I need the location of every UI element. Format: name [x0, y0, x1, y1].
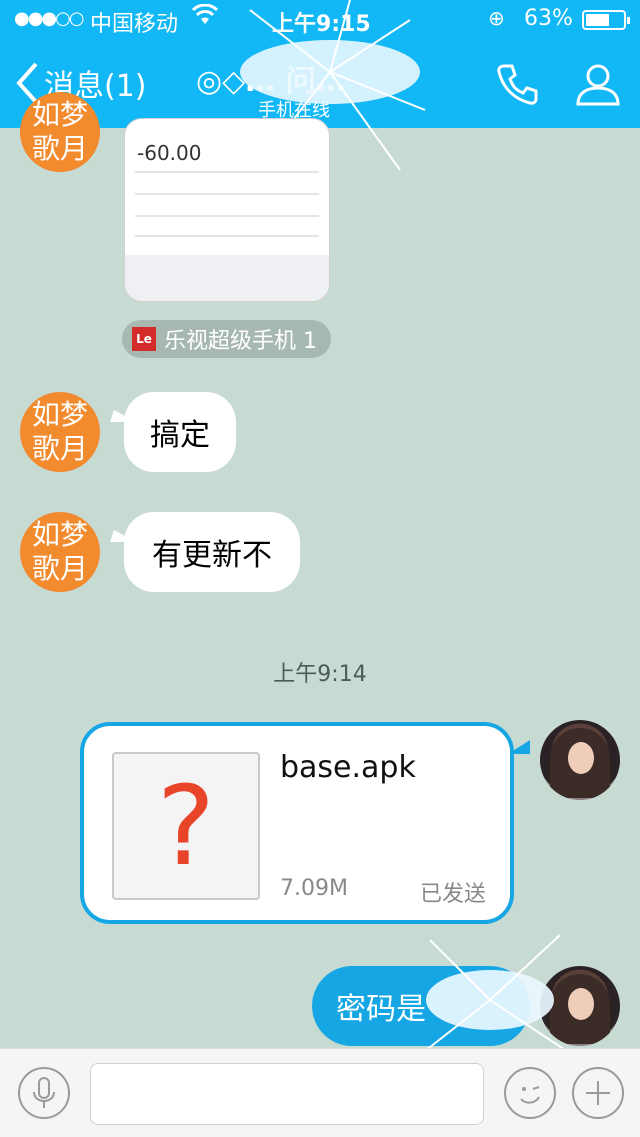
- call-button[interactable]: [494, 60, 542, 108]
- header: ●●●○○ 中国移动 上午9:15 ⊕ 63% 消息(1) ◎◇… 问… 手机在…: [0, 0, 640, 128]
- status-time: 上午9:15: [272, 12, 371, 37]
- unknown-file-icon: ?: [112, 752, 260, 900]
- status-bar: ●●●○○ 中国移动 上午9:15 ⊕ 63%: [0, 0, 640, 40]
- file-send-status: 已发送: [419, 882, 486, 907]
- rotation-lock-icon: ⊕: [488, 6, 505, 30]
- more-button[interactable]: [572, 1067, 624, 1119]
- smiley-icon: [520, 1086, 540, 1104]
- image-amount: -60.00: [137, 141, 202, 165]
- signal-strength: ●●●○○: [14, 8, 85, 29]
- wifi-icon: [191, 3, 219, 32]
- microphone-icon: [33, 1077, 55, 1108]
- plus-icon: [586, 1081, 610, 1105]
- contact-avatar[interactable]: 如梦 歌月: [20, 512, 100, 592]
- text-message[interactable]: 搞定: [124, 392, 236, 472]
- battery-percent: 63%: [524, 6, 573, 31]
- message-timestamp: 上午9:14: [273, 662, 367, 687]
- file-name: base.apk: [280, 750, 416, 785]
- file-size: 7.09M: [280, 876, 348, 901]
- input-bar: [0, 1048, 640, 1137]
- device-source-tag: Le 乐视超级手机 1: [122, 320, 331, 358]
- contact-avatar[interactable]: 如梦 歌月: [20, 392, 100, 472]
- phone-icon: [497, 64, 538, 105]
- contact-avatar[interactable]: 如梦 歌月: [20, 92, 100, 172]
- my-avatar[interactable]: [540, 720, 620, 800]
- text-message[interactable]: 有更新不: [124, 512, 300, 592]
- letv-logo-icon: Le: [132, 327, 156, 351]
- text-message-outgoing[interactable]: 密码是: [312, 966, 530, 1046]
- image-message[interactable]: -60.00: [124, 118, 330, 302]
- device-source-label: 乐视超级手机 1: [164, 329, 317, 354]
- my-avatar[interactable]: [540, 966, 620, 1046]
- carrier-name: 中国移动: [90, 12, 179, 37]
- file-message[interactable]: ? base.apk 7.09M 已发送: [80, 722, 514, 924]
- profile-button[interactable]: [574, 60, 622, 108]
- battery-icon: [582, 10, 630, 30]
- user-icon: [576, 64, 620, 106]
- chat-title: ◎◇… 问…: [196, 64, 346, 99]
- message-input[interactable]: [90, 1063, 484, 1125]
- voice-button[interactable]: [18, 1067, 70, 1119]
- emoji-button[interactable]: [504, 1067, 556, 1119]
